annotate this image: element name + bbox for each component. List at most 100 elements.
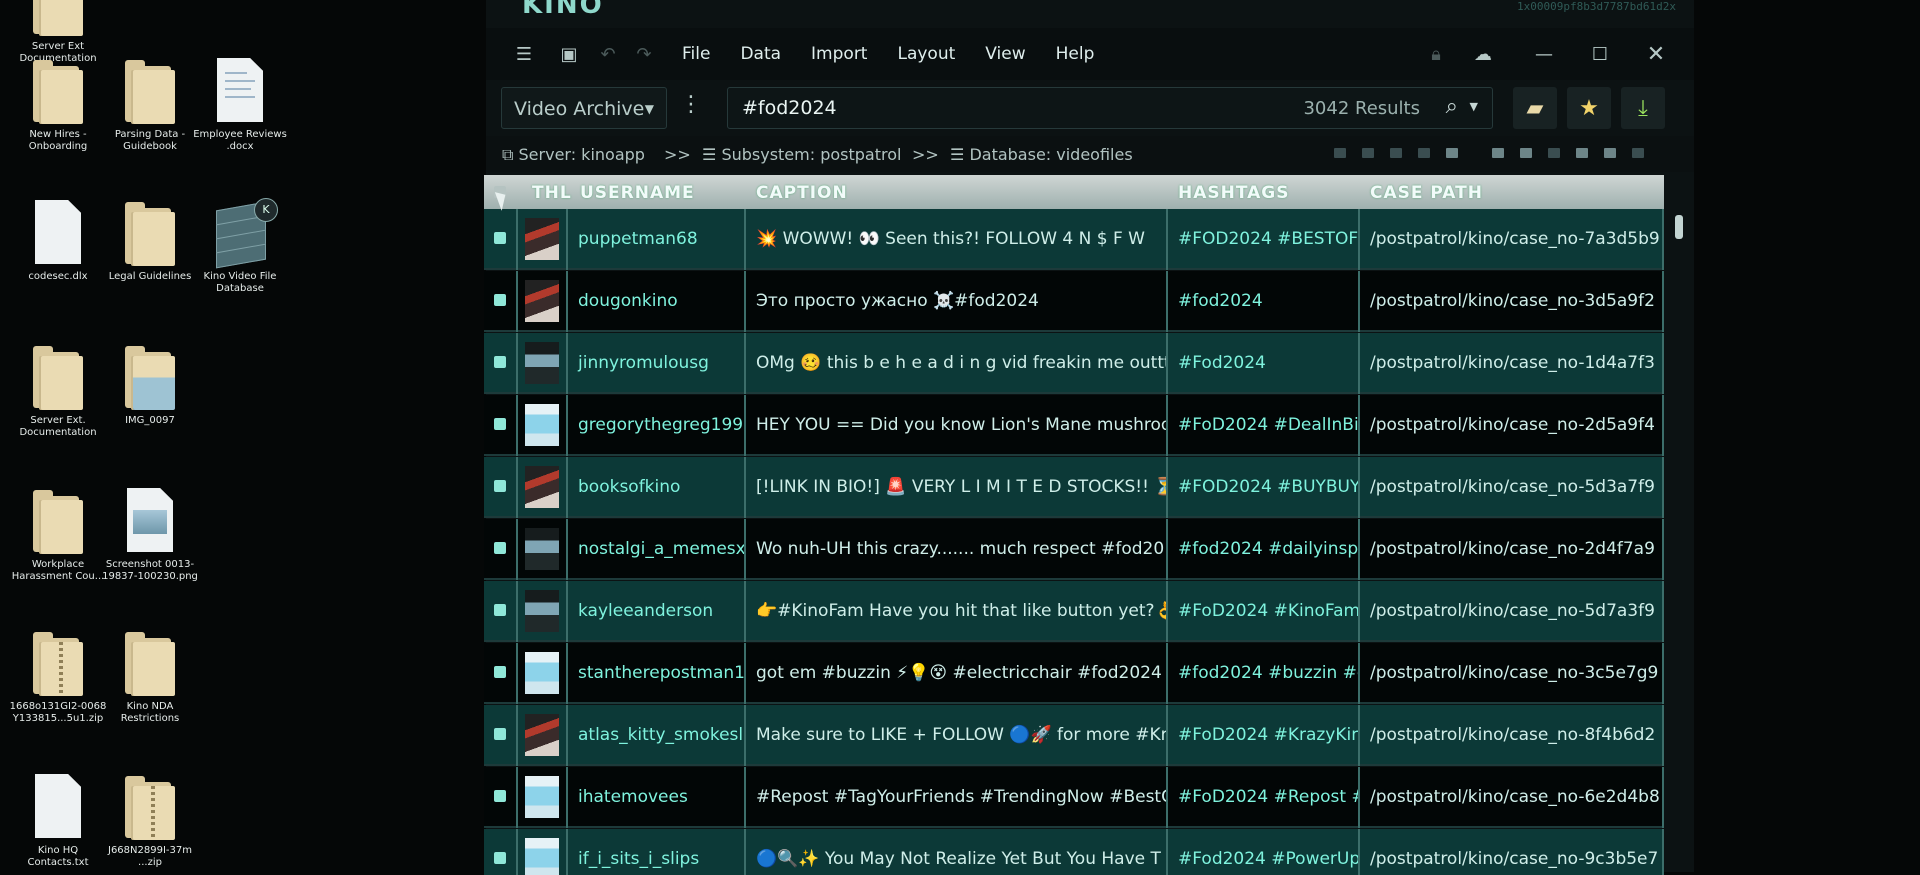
desktop: Server Ext Documentation New Hires - Onb…	[0, 0, 480, 872]
menu-help[interactable]: Help	[1056, 44, 1095, 64]
row-checkbox[interactable]	[494, 294, 506, 306]
breadcrumb-database[interactable]: ☰ Database: videofiles	[950, 145, 1133, 164]
folder-icon	[122, 630, 178, 696]
desktop-icon-zip-2[interactable]: J668N2899I-37m ...zip	[100, 774, 200, 869]
hashtags-cell: #FOD2024 #BUYBUY	[1168, 457, 1360, 518]
desktop-icon-zip-1[interactable]: 1668o131GI2-0068 Y133815...5u1.zip	[8, 630, 108, 725]
table-row[interactable]: gregorythegreg199 HEY YOU == Did you know…	[484, 395, 1664, 456]
video-thumbnail[interactable]	[525, 466, 559, 508]
toolbar-icon[interactable]	[1390, 148, 1402, 158]
desktop-icon-parsing-data[interactable]: Parsing Data - Guidebook	[100, 58, 200, 153]
row-checkbox[interactable]	[494, 852, 506, 864]
archive-select[interactable]: Video Archive ▼	[501, 87, 667, 129]
desktop-icon-img-0097[interactable]: IMG_0097	[100, 344, 200, 427]
video-thumbnail[interactable]	[525, 652, 559, 694]
save-icon[interactable]: ▣	[558, 44, 580, 65]
row-checkbox[interactable]	[494, 604, 506, 616]
row-checkbox[interactable]	[494, 418, 506, 430]
toolbar-icon[interactable]	[1576, 148, 1588, 158]
checkbox-cell	[484, 271, 518, 332]
menu-layout[interactable]: Layout	[897, 44, 955, 64]
video-thumbnail[interactable]	[525, 838, 559, 875]
table-row[interactable]: ihatemovees #Repost #TagYourFriends #Tren…	[484, 767, 1664, 828]
hamburger-menu-icon[interactable]: ☰	[512, 44, 536, 65]
desktop-icon-codesec[interactable]: codesec.dlx	[8, 200, 108, 283]
close-icon[interactable]: ✕	[1644, 42, 1668, 67]
toolbar-icon[interactable]	[1446, 148, 1458, 158]
column-header-hashtags[interactable]: HASHTAGS	[1178, 183, 1290, 203]
video-thumbnail[interactable]	[525, 218, 559, 260]
table-row[interactable]: if_i_sits_i_slips 🔵🔍✨ You May Not Realize…	[484, 829, 1664, 875]
cloud-off-icon[interactable]: ☁	[1470, 44, 1496, 65]
desktop-icon-employee-reviews[interactable]: Employee Reviews .docx	[190, 58, 290, 153]
desktop-icon-screenshot[interactable]: Screenshot 0013- 19837-100230.png	[100, 488, 200, 583]
table-row[interactable]: puppetman68 💥 WOWW! 👀 Seen this?! FOLLOW …	[484, 209, 1664, 270]
table-row[interactable]: booksofkino [!LINK IN BIO!] 🚨 VERY L I M …	[484, 457, 1664, 518]
table-row[interactable]: stantherepostman1 got em #buzzin ⚡💡😵 #ele…	[484, 643, 1664, 704]
row-checkbox[interactable]	[494, 728, 506, 740]
chevron-down-icon[interactable]: ▼	[1470, 100, 1478, 113]
video-thumbnail[interactable]	[525, 280, 559, 322]
row-checkbox[interactable]	[494, 666, 506, 678]
desktop-icon-server-ext-doc-top[interactable]: Server Ext Documentation	[8, 0, 108, 65]
username-cell: booksofkino	[568, 457, 746, 518]
video-thumbnail[interactable]	[525, 714, 559, 756]
lock-icon[interactable]: 🔒︎	[1424, 44, 1448, 65]
column-header-thumbnail[interactable]: THL	[532, 183, 572, 203]
toolbar-icon[interactable]	[1418, 148, 1430, 158]
desktop-icon-server-ext-doc[interactable]: Server Ext. Documentation	[8, 344, 108, 439]
desktop-icon-new-hires[interactable]: New Hires - Onboarding	[8, 58, 108, 153]
row-checkbox[interactable]	[494, 232, 506, 244]
row-checkbox[interactable]	[494, 356, 506, 368]
video-thumbnail[interactable]	[525, 776, 559, 818]
redo-icon[interactable]: ↷	[634, 44, 654, 65]
search-icon[interactable]: ⌕	[1446, 94, 1458, 119]
desktop-icon-kino-hq-contacts[interactable]: Kino HQ Contacts.txt	[8, 774, 108, 869]
desktop-icon-label: Legal Guidelines	[108, 271, 192, 282]
menu-import[interactable]: Import	[811, 44, 867, 64]
favorite-button[interactable]: ★	[1567, 87, 1611, 129]
toolbar-icon[interactable]	[1520, 148, 1532, 158]
menu-file[interactable]: File	[682, 44, 710, 64]
toolbar-icon[interactable]	[1604, 148, 1616, 158]
maximize-icon[interactable]: ☐	[1588, 44, 1612, 65]
table-row[interactable]: jinnyromulousg OMg 🥴 this b e h e a d i n…	[484, 333, 1664, 394]
column-header-caption[interactable]: CAPTION	[756, 183, 848, 203]
toolbar-icon[interactable]	[1548, 148, 1560, 158]
breadcrumb-server[interactable]: ⧉ Server: kinoapp	[502, 145, 645, 165]
username-cell-text: atlas_kitty_smokesl	[578, 725, 744, 745]
video-thumbnail[interactable]	[525, 404, 559, 446]
breadcrumb-subsystem[interactable]: ☰ Subsystem: postpatrol	[702, 145, 901, 164]
toolbar-icon[interactable]	[1334, 148, 1346, 158]
table-row[interactable]: atlas_kitty_smokesl Make sure to LIKE + F…	[484, 705, 1664, 766]
table-row[interactable]: dougonkino Это просто ужасно ☠️#fod2024 #f…	[484, 271, 1664, 332]
menu-view[interactable]: View	[985, 44, 1025, 64]
toolbar-icon[interactable]	[1492, 148, 1504, 158]
desktop-icon-workplace-harassment[interactable]: Workplace Harassment Cou...	[8, 488, 108, 583]
menu-data[interactable]: Data	[740, 44, 781, 64]
more-options-icon[interactable]: ⋮	[680, 92, 702, 117]
table-row[interactable]: nostalgi_a_memesx Wo nuh-UH this crazy...…	[484, 519, 1664, 580]
column-header-username[interactable]: USERNAME	[580, 183, 695, 203]
desktop-icon-kino-video-db[interactable]: K Kino Video File Database	[190, 198, 290, 295]
desktop-icon-legal-guidelines[interactable]: Legal Guidelines	[100, 200, 200, 283]
video-thumbnail[interactable]	[525, 590, 559, 632]
open-folder-button[interactable]: ▰	[1513, 87, 1557, 129]
toolbar-icon[interactable]	[1362, 148, 1374, 158]
column-header-case-path[interactable]: CASE PATH	[1370, 183, 1483, 203]
row-checkbox[interactable]	[494, 542, 506, 554]
checkbox-cell	[484, 209, 518, 270]
video-thumbnail[interactable]	[525, 528, 559, 570]
row-checkbox[interactable]	[494, 480, 506, 492]
row-checkbox[interactable]	[494, 790, 506, 802]
minimize-icon[interactable]: —	[1532, 44, 1556, 65]
table-row[interactable]: kayleeanderson 👉#KinoFam Have you hit tha…	[484, 581, 1664, 642]
search-query: #fod2024	[742, 97, 837, 119]
scrollbar-thumb[interactable]	[1675, 215, 1683, 239]
search-input[interactable]: #fod2024 3042 Results ⌕ ▼	[727, 87, 1493, 129]
desktop-icon-kino-nda[interactable]: Kino NDA Restrictions	[100, 630, 200, 725]
download-button[interactable]: ⤓	[1621, 87, 1665, 129]
undo-icon[interactable]: ↶	[598, 44, 618, 65]
toolbar-icon[interactable]	[1632, 148, 1644, 158]
video-thumbnail[interactable]	[525, 342, 559, 384]
